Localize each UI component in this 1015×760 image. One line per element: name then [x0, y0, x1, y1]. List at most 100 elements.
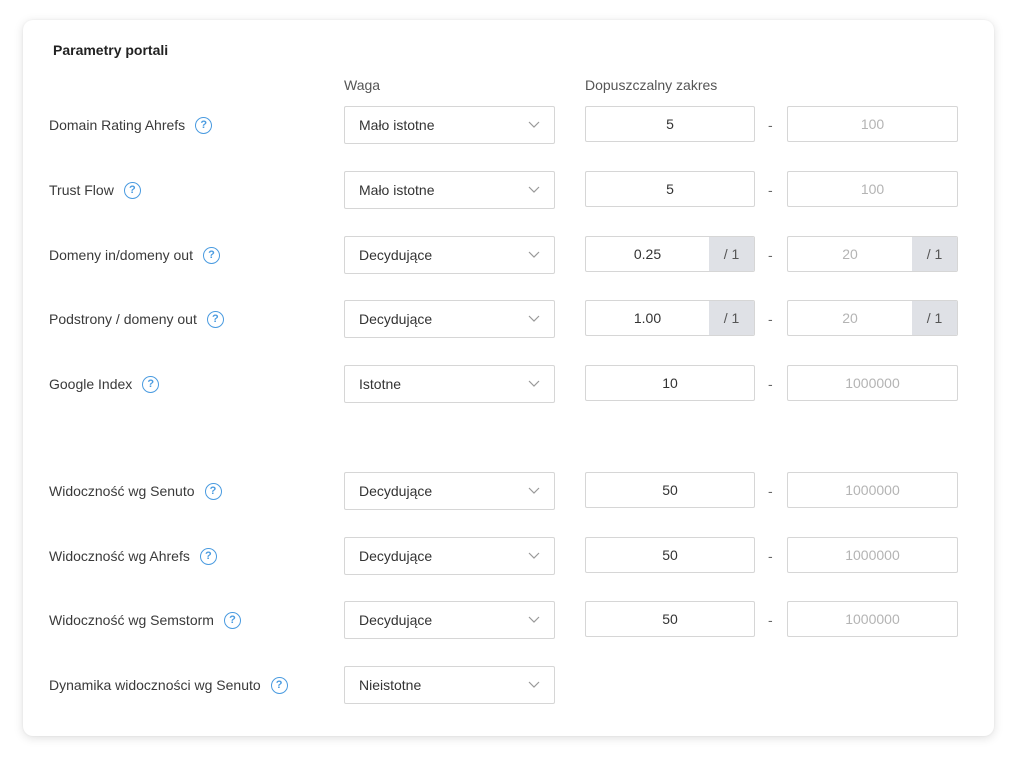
range-min-input[interactable]: 1.00 / 1 [585, 300, 755, 336]
range-separator: - [768, 247, 773, 263]
help-icon[interactable]: ? [199, 547, 217, 565]
param-label: Dynamika widoczności wg Senuto ? [49, 666, 288, 704]
help-icon[interactable]: ? [204, 482, 222, 500]
range-min-input[interactable]: 10 [585, 365, 755, 401]
range-min-input[interactable]: 5 [585, 171, 755, 207]
weight-select-value: Decydujące [359, 612, 433, 628]
help-icon[interactable]: ? [142, 375, 160, 393]
weight-select-value: Mało istotne [359, 182, 435, 198]
range-min-input[interactable]: 50 [585, 472, 755, 508]
range-min-value: 50 [662, 482, 678, 498]
param-row-domains-in-out: Domeny in/domeny out ? Decydujące 0.25 /… [23, 236, 994, 274]
range-column-header: Dopuszczalny zakres [585, 77, 718, 93]
ratio-suffix: / 1 [912, 237, 957, 271]
chevron-down-icon [528, 315, 540, 322]
ratio-suffix: / 1 [709, 301, 754, 335]
param-label-text: Domeny in/domeny out [49, 247, 193, 263]
chevron-down-icon [528, 681, 540, 688]
range-max-placeholder: 100 [860, 181, 885, 197]
range-max-input[interactable]: 1000000 [787, 601, 958, 637]
chevron-down-icon [528, 121, 540, 128]
weight-column-header: Waga [344, 77, 381, 93]
weight-select[interactable]: Decydujące [344, 300, 555, 338]
range-separator: - [768, 376, 773, 392]
range-max-placeholder: 1000000 [845, 482, 900, 498]
weight-select[interactable]: Mało istotne [344, 171, 555, 209]
weight-select[interactable]: Mało istotne [344, 106, 555, 144]
param-row-visibility-dynamics-senuto: Dynamika widoczności wg Senuto ? Nieisto… [23, 666, 994, 704]
help-icon[interactable]: ? [223, 611, 241, 629]
range-max-input[interactable]: 20 / 1 [787, 300, 958, 336]
range-max-placeholder: 1000000 [845, 375, 900, 391]
param-row-subpages-domains-out: Podstrony / domeny out ? Decydujące 1.00… [23, 300, 994, 338]
range-max-input[interactable]: 1000000 [787, 365, 958, 401]
ratio-suffix: / 1 [912, 301, 957, 335]
range-min-input[interactable]: 0.25 / 1 [585, 236, 755, 272]
help-icon[interactable]: ? [202, 246, 220, 264]
range-min-value: 1.00 [633, 310, 662, 326]
range-separator: - [768, 483, 773, 499]
weight-select[interactable]: Istotne [344, 365, 555, 403]
range-max-placeholder: 1000000 [845, 611, 900, 627]
range-min-value: 0.25 [633, 246, 662, 262]
help-icon[interactable]: ? [206, 310, 224, 328]
range-max-placeholder: 20 [842, 310, 858, 326]
weight-select[interactable]: Decydujące [344, 472, 555, 510]
param-label-text: Widoczność wg Senuto [49, 483, 195, 499]
chevron-down-icon [528, 186, 540, 193]
param-label-text: Widoczność wg Ahrefs [49, 548, 190, 564]
chevron-down-icon [528, 487, 540, 494]
param-label: Domeny in/domeny out ? [49, 236, 220, 274]
weight-select-value: Nieistotne [359, 677, 422, 693]
help-icon[interactable]: ? [195, 116, 213, 134]
range-max-input[interactable]: 1000000 [787, 472, 958, 508]
chevron-down-icon [528, 552, 540, 559]
range-separator: - [768, 117, 773, 133]
chevron-down-icon [528, 251, 540, 258]
range-min-input[interactable]: 50 [585, 601, 755, 637]
weight-select-value: Istotne [359, 376, 402, 392]
range-min-value: 10 [662, 375, 678, 391]
param-label-text: Widoczność wg Semstorm [49, 612, 214, 628]
range-separator: - [768, 182, 773, 198]
param-label: Domain Rating Ahrefs ? [49, 106, 213, 144]
range-separator: - [768, 311, 773, 327]
range-min-input[interactable]: 5 [585, 106, 755, 142]
weight-select[interactable]: Nieistotne [344, 666, 555, 704]
range-min-input[interactable]: 50 [585, 537, 755, 573]
weight-select[interactable]: Decydujące [344, 601, 555, 639]
range-max-input[interactable]: 20 / 1 [787, 236, 958, 272]
param-label-text: Dynamika widoczności wg Senuto [49, 677, 261, 693]
param-label-text: Trust Flow [49, 182, 114, 198]
param-row-visibility-semstorm: Widoczność wg Semstorm ? Decydujące 50 -… [23, 601, 994, 639]
range-max-placeholder: 100 [860, 116, 885, 132]
help-icon[interactable]: ? [123, 181, 141, 199]
range-max-input[interactable]: 1000000 [787, 537, 958, 573]
weight-select[interactable]: Decydujące [344, 236, 555, 274]
range-max-placeholder: 20 [842, 246, 858, 262]
range-max-placeholder: 1000000 [845, 547, 900, 563]
range-max-input[interactable]: 100 [787, 171, 958, 207]
help-icon[interactable]: ? [270, 676, 288, 694]
param-label: Google Index ? [49, 365, 160, 403]
param-label-text: Domain Rating Ahrefs [49, 117, 186, 133]
param-label: Widoczność wg Semstorm ? [49, 601, 241, 639]
chevron-down-icon [528, 616, 540, 623]
param-label: Widoczność wg Ahrefs ? [49, 537, 217, 575]
param-label: Trust Flow ? [49, 171, 141, 209]
weight-select[interactable]: Decydujące [344, 537, 555, 575]
param-row-trust-flow: Trust Flow ? Mało istotne 5 - 100 [23, 171, 994, 209]
param-label: Podstrony / domeny out ? [49, 300, 224, 338]
param-row-domain-rating-ahrefs: Domain Rating Ahrefs ? Mało istotne 5 - … [23, 106, 994, 144]
param-label-text: Google Index [49, 376, 133, 392]
range-min-value: 5 [666, 116, 674, 132]
range-max-input[interactable]: 100 [787, 106, 958, 142]
range-min-value: 50 [662, 547, 678, 563]
ratio-suffix: / 1 [709, 237, 754, 271]
range-min-value: 50 [662, 611, 678, 627]
param-row-visibility-senuto: Widoczność wg Senuto ? Decydujące 50 - 1… [23, 472, 994, 510]
param-label: Widoczność wg Senuto ? [49, 472, 222, 510]
weight-select-value: Decydujące [359, 311, 433, 327]
param-label-text: Podstrony / domeny out [49, 311, 197, 327]
weight-select-value: Decydujące [359, 483, 433, 499]
